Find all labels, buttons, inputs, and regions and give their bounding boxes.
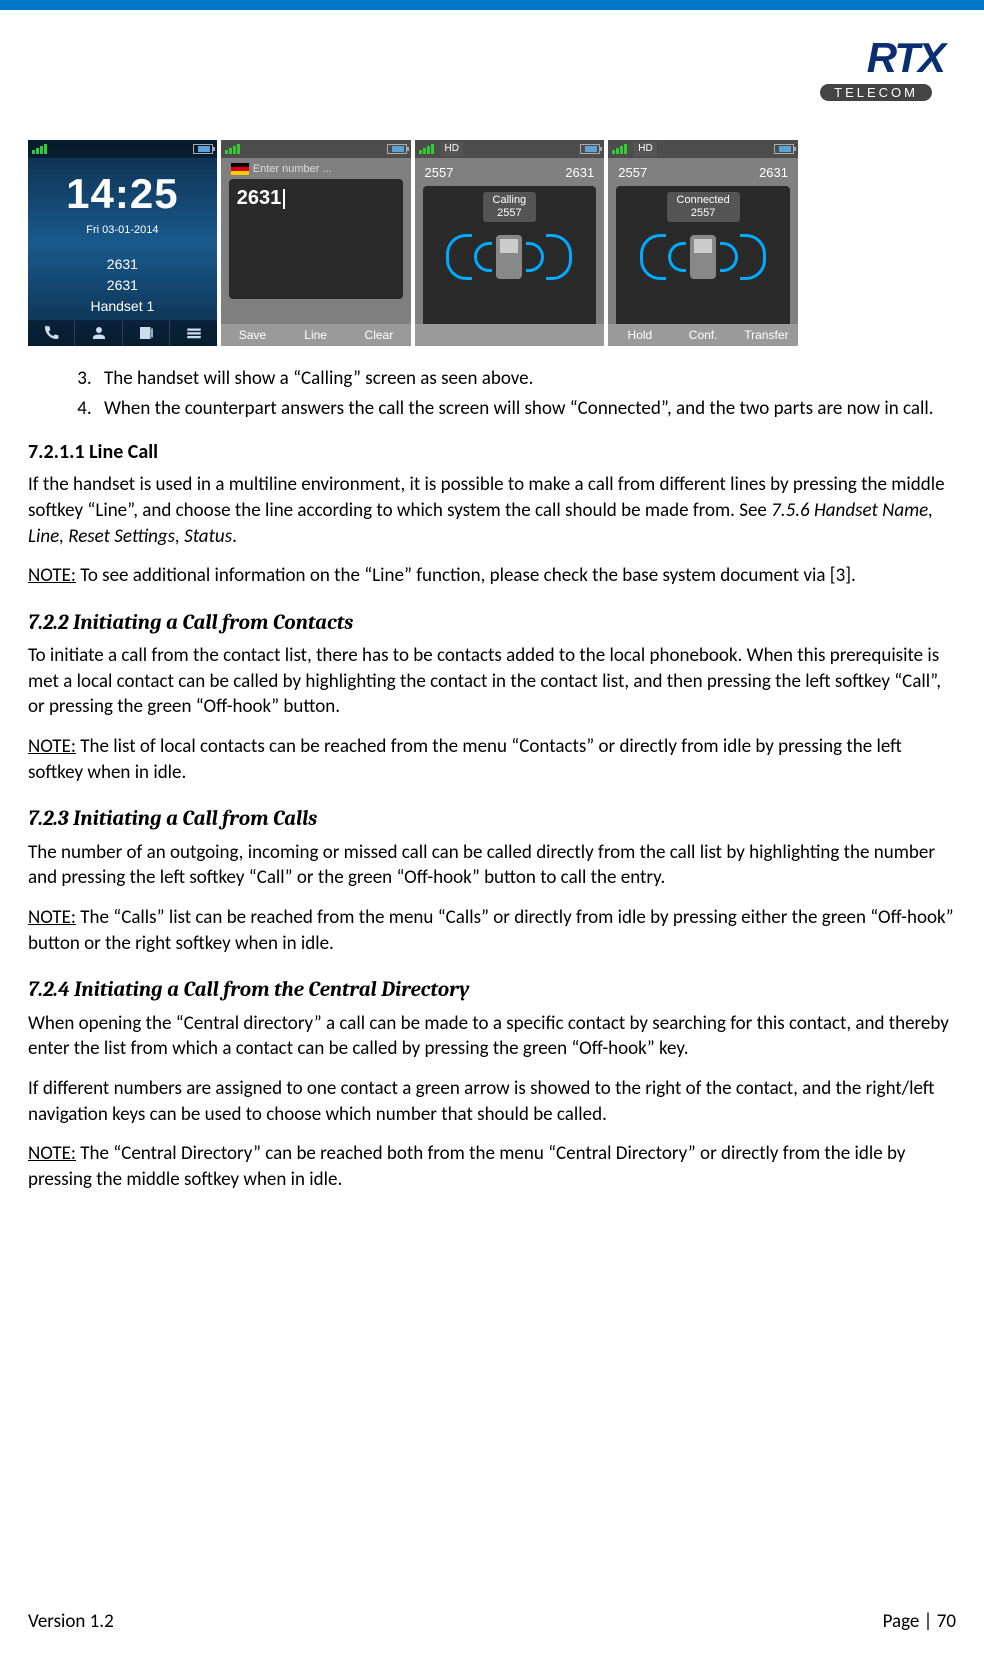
step-4: When the counterpart answers the call th… — [96, 396, 956, 422]
call-status-label: Connected 2557 — [667, 192, 740, 222]
softkey-empty — [415, 324, 478, 346]
phone-icon — [28, 320, 75, 346]
status-bar: HD — [415, 140, 605, 158]
calling-animation-icon — [446, 234, 572, 280]
softkey-line: Line — [284, 324, 347, 346]
handset-icon — [496, 235, 522, 279]
softkey-hold: Hold — [608, 324, 671, 346]
rtx-logo: RTX TELECOM — [832, 30, 944, 112]
note-text: To see additional information on the “Li… — [76, 564, 856, 587]
note-text: The list of local contacts can be reache… — [28, 735, 902, 784]
handset-idle-screen: 14:25 Fri 03-01-2014 2631 2631 Handset 1 — [28, 140, 217, 346]
handset-icon — [690, 235, 716, 279]
contacts-icon — [75, 320, 122, 346]
signal-icon — [612, 144, 627, 154]
header-top-bar — [0, 0, 984, 10]
idle-date: Fri 03-01-2014 — [28, 223, 217, 238]
idle-icon-bar — [28, 320, 217, 346]
version-text: Version 1.2 — [28, 1609, 114, 1635]
logo-brand: RTX — [832, 30, 944, 87]
handset-connected-screen: HD 2557 2631 Connected 2557 — [608, 140, 798, 346]
idle-ext1: 2631 — [28, 254, 217, 275]
paragraph: The number of an outgoing, incoming or m… — [28, 840, 956, 891]
numbered-steps: The handset will show a “Calling” screen… — [96, 366, 956, 421]
remote-ext: 2631 — [565, 164, 594, 182]
idle-ext2: 2631 — [28, 275, 217, 296]
enter-number-row: Enter number ... — [231, 162, 403, 177]
softkey-transfer: Transfer — [735, 324, 798, 346]
signal-icon — [32, 144, 47, 154]
heading-contacts: 7.2.2 Initiating a Call from Contacts — [28, 609, 956, 637]
softkey-empty — [478, 324, 541, 346]
hd-badge: HD — [441, 142, 463, 156]
note-paragraph: NOTE: The “Calls” list can be reached fr… — [28, 905, 956, 956]
heading-calls: 7.2.3 Initiating a Call from Calls — [28, 805, 956, 833]
page-footer: Version 1.2 Page | 70 — [28, 1609, 956, 1635]
handset-screenshots-row: 14:25 Fri 03-01-2014 2631 2631 Handset 1 — [28, 140, 798, 346]
flag-icon — [231, 163, 249, 175]
note-label: NOTE: — [28, 1142, 76, 1165]
directory-icon — [123, 320, 170, 346]
note-label: NOTE: — [28, 564, 76, 587]
dial-number-box: 2631 — [229, 179, 403, 299]
handset-calling-screen: HD 2557 2631 Calling 2557 — [415, 140, 605, 346]
note-paragraph: NOTE: The list of local contacts can be … — [28, 734, 956, 785]
note-paragraph: NOTE: To see additional information on t… — [28, 563, 956, 589]
remote-ext: 2631 — [759, 164, 788, 182]
text: . — [232, 525, 237, 548]
battery-icon — [387, 144, 407, 154]
signal-icon — [419, 144, 434, 154]
note-text: The “Calls” list can be reached from the… — [28, 906, 954, 955]
signal-icon — [225, 144, 240, 154]
heading-central-directory: 7.2.4 Initiating a Call from the Central… — [28, 976, 956, 1004]
call-status-label: Calling 2557 — [483, 192, 537, 222]
step-3: The handset will show a “Calling” screen… — [96, 366, 956, 392]
heading-line-call: 7.2.1.1 Line Call — [28, 439, 956, 466]
note-label: NOTE: — [28, 735, 76, 758]
paragraph: If different numbers are assigned to one… — [28, 1076, 956, 1127]
idle-clock: 14:25 — [28, 166, 217, 223]
calls-icon — [170, 320, 216, 346]
hd-badge: HD — [634, 142, 656, 156]
status-bar: HD — [608, 140, 798, 158]
battery-icon — [580, 144, 600, 154]
softkey-bar: Save Line Clear — [221, 324, 411, 346]
softkey-conf: Conf. — [672, 324, 735, 346]
softkey-empty — [541, 324, 604, 346]
status-number: 2557 — [677, 207, 730, 220]
status-bar — [221, 140, 411, 158]
logo-sub: TELECOM — [820, 84, 932, 101]
battery-icon — [774, 144, 794, 154]
connected-animation-icon — [640, 234, 766, 280]
battery-icon — [193, 144, 213, 154]
note-paragraph: NOTE: The “Central Directory” can be rea… — [28, 1141, 956, 1192]
dial-number: 2631 — [237, 187, 286, 209]
handset-dial-screen: Enter number ... 2631 Save Line Clear — [221, 140, 411, 346]
paragraph: When opening the “Central directory” a c… — [28, 1011, 956, 1062]
paragraph: To initiate a call from the contact list… — [28, 643, 956, 720]
note-label: NOTE: — [28, 906, 76, 929]
call-status-box: Connected 2557 — [616, 186, 790, 332]
note-text: The “Central Directory” can be reached b… — [28, 1142, 905, 1191]
status-text: Calling — [493, 194, 527, 207]
status-text: Connected — [677, 194, 730, 207]
enter-label: Enter number ... — [253, 162, 332, 177]
page-number: Page | 70 — [883, 1609, 956, 1635]
local-ext: 2557 — [618, 164, 647, 182]
softkey-clear: Clear — [347, 324, 410, 346]
idle-info: 2631 2631 Handset 1 — [28, 254, 217, 317]
number-row: 2557 2631 — [618, 164, 788, 182]
softkey-save: Save — [221, 324, 284, 346]
status-bar — [28, 140, 217, 158]
softkey-bar: Hold Conf. Transfer — [608, 324, 798, 346]
softkey-bar — [415, 324, 605, 346]
number-row: 2557 2631 — [425, 164, 595, 182]
call-status-box: Calling 2557 — [423, 186, 597, 332]
idle-handset-name: Handset 1 — [28, 296, 217, 317]
status-number: 2557 — [493, 207, 527, 220]
paragraph: If the handset is used in a multiline en… — [28, 472, 956, 549]
local-ext: 2557 — [425, 164, 454, 182]
